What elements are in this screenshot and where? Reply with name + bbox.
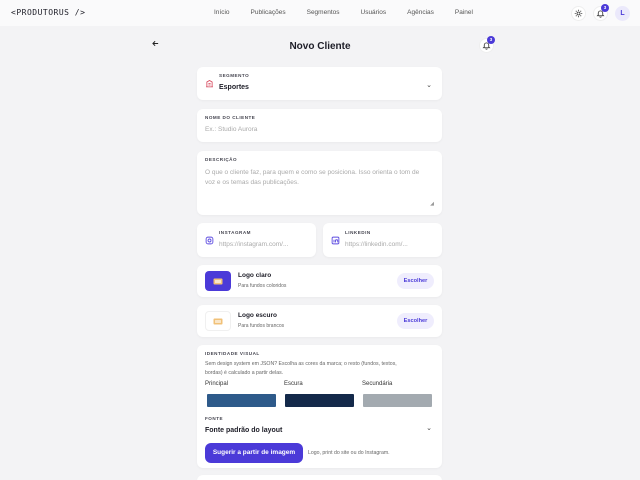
logo-dark-choose-button[interactable]: Escolher (397, 313, 434, 329)
image-icon (213, 318, 223, 324)
logo-dark-title: Logo escuro (238, 312, 278, 319)
logo-light-card: Logo claro Para fundos coloridos Escolhe… (197, 265, 442, 297)
description-placeholder-line1: O que o cliente faz, para quem e como se… (205, 169, 420, 176)
description-placeholder-line2: voz e os temas das publicações. (205, 178, 299, 186)
notification-count-badge: 3 (487, 36, 495, 44)
logo-dark-card: Logo escuro Para fundos brancos Escolher (197, 305, 442, 337)
instagram-label: INSTAGRAM (219, 230, 251, 235)
image-icon (213, 278, 223, 284)
logo-dark-preview (205, 311, 231, 331)
linkedin-label: LINKEDIN (345, 230, 371, 235)
client-name-field[interactable]: NOME DO CLIENTE Ex.: Studio Aurora (197, 109, 442, 142)
page-title: Novo Cliente (289, 41, 351, 52)
instagram-input[interactable]: https://instagram.com/... (219, 241, 288, 248)
color-primary-swatch[interactable] (207, 394, 276, 407)
nav-agencias[interactable]: Agências (407, 9, 434, 16)
building-icon (206, 80, 213, 88)
visual-identity-description: Sem design system em JSON? Escolha as co… (205, 360, 397, 377)
instagram-icon (205, 236, 214, 245)
suggest-hint: Logo, print do site ou do Instagram. (308, 450, 390, 456)
nav-segmentos[interactable]: Segmentos (307, 9, 340, 16)
font-select[interactable]: Fonte padrão do layout (205, 427, 282, 434)
nav-inicio[interactable]: Início (214, 9, 230, 16)
nav-publicacoes[interactable]: Publicações (251, 9, 286, 16)
visual-identity-text-line2: bordas) é calculado a partir delas. (205, 369, 284, 376)
font-label: FONTE (205, 416, 224, 421)
segment-select[interactable]: SEGMENTO Esportes ⌄ (197, 67, 442, 100)
segment-label: SEGMENTO (219, 73, 250, 78)
app-logo[interactable]: <PRODUTORUS /> (11, 8, 85, 17)
logo-light-preview (205, 271, 231, 291)
color-secondary-swatch[interactable] (363, 394, 432, 407)
description-textarea[interactable]: O que o cliente faz, para quem e como se… (205, 168, 419, 187)
notifications-button[interactable]: 3 (593, 4, 609, 21)
chevron-down-icon[interactable]: ⌄ (426, 424, 432, 432)
theme-toggle-button[interactable] (571, 6, 586, 21)
suggest-from-image-button[interactable]: Sugerir a partir de imagem (205, 443, 303, 463)
linkedin-icon (331, 236, 340, 245)
client-name-label: NOME DO CLIENTE (205, 115, 256, 120)
linkedin-field[interactable]: LINKEDIN https://linkedin.com/... (323, 223, 442, 257)
description-label: DESCRIÇÃO (205, 157, 238, 162)
logo-light-title: Logo claro (238, 272, 272, 279)
color-dark-swatch[interactable] (285, 394, 354, 407)
nav-usuarios[interactable]: Usuários (361, 9, 387, 16)
linkedin-input[interactable]: https://linkedin.com/... (345, 241, 408, 248)
description-field[interactable]: DESCRIÇÃO O que o cliente faz, para quem… (197, 151, 442, 215)
segment-value: Esportes (219, 84, 249, 91)
color-secondary-label: Secundária (362, 381, 393, 387)
instagram-field[interactable]: INSTAGRAM https://instagram.com/... (197, 223, 316, 257)
visual-identity-text-line1: Sem design system em JSON? Escolha as co… (205, 361, 397, 367)
nav-painel[interactable]: Painel (455, 9, 473, 16)
logo-light-subtitle: Para fundos coloridos (238, 283, 287, 289)
chevron-down-icon: ⌄ (426, 82, 432, 89)
resize-handle-icon[interactable]: ◢ (430, 201, 434, 207)
color-primary-label: Principal (205, 381, 229, 387)
color-dark-label: Escura (284, 381, 303, 387)
next-section-card (197, 475, 442, 480)
notification-count-badge: 3 (601, 4, 609, 12)
visual-identity-label: IDENTIDADE VISUAL (205, 351, 260, 356)
sun-icon (574, 9, 583, 18)
page-notifications-button[interactable]: 3 (479, 36, 495, 53)
client-name-input[interactable]: Ex.: Studio Aurora (205, 126, 257, 133)
top-navbar: <PRODUTORUS /> Início Publicações Segmen… (0, 0, 640, 26)
logo-light-choose-button[interactable]: Escolher (397, 273, 434, 289)
logo-dark-subtitle: Para fundos brancos (238, 323, 285, 329)
main-nav: Início Publicações Segmentos Usuários Ag… (214, 9, 494, 16)
user-avatar[interactable]: L (615, 6, 630, 21)
